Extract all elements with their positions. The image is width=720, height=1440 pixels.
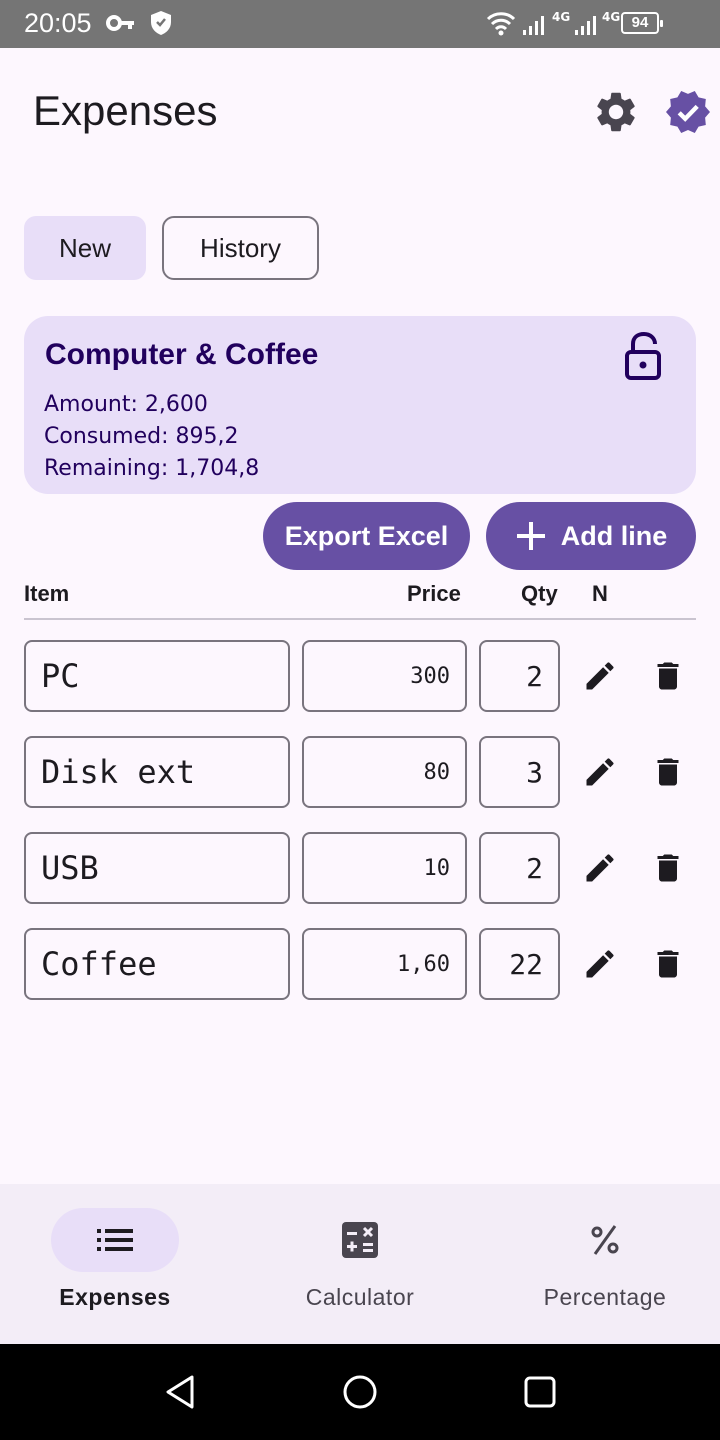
system-navigation-bar: [0, 1344, 720, 1440]
column-header-n: N: [592, 581, 608, 606]
edit-button[interactable]: [582, 754, 618, 790]
nav-label-calculator: Calculator: [305, 1284, 415, 1310]
calculator-icon: [342, 1222, 378, 1258]
budget-amount: Amount: 2,600: [44, 392, 208, 417]
item-name-field[interactable]: USB: [24, 832, 290, 904]
gear-icon: [597, 92, 635, 132]
status-bar: 20:05 4G 4G 94: [0, 0, 720, 48]
table-row: Coffee 1,60 22: [0, 928, 720, 1000]
trash-icon: [657, 950, 679, 978]
recents-icon[interactable]: [520, 1372, 560, 1412]
budget-remaining: Remaining: 1,704,8: [44, 456, 260, 481]
budget-title: Computer & Coffee: [45, 338, 319, 371]
pencil-icon: [586, 950, 614, 978]
budget-consumed: Consumed: 895,2: [44, 424, 239, 449]
budget-card: Computer & Coffee Amount: 2,600 Consumed…: [24, 316, 696, 494]
trash-icon: [657, 662, 679, 690]
delete-button[interactable]: [650, 946, 686, 982]
pencil-icon: [586, 854, 614, 882]
signal-icon: [523, 16, 544, 35]
home-icon[interactable]: [340, 1372, 380, 1412]
verified-badge-icon: [666, 91, 710, 133]
bottom-navigation: Expenses Calculator Percentage: [0, 1184, 720, 1344]
item-name-field[interactable]: Disk ext: [24, 736, 290, 808]
delete-button[interactable]: [650, 658, 686, 694]
nav-item-expenses[interactable]: Expenses: [0, 1184, 240, 1344]
table-row: USB 10 2: [0, 832, 720, 904]
battery-icon: 94: [621, 12, 663, 34]
add-line-label: Add line: [560, 520, 668, 551]
pencil-icon: [586, 758, 614, 786]
delete-button[interactable]: [650, 850, 686, 886]
qty-field[interactable]: 22: [479, 928, 560, 1000]
edit-button[interactable]: [582, 658, 618, 694]
nav-item-calculator[interactable]: Calculator: [240, 1184, 480, 1344]
plus-icon: [516, 522, 545, 550]
item-name-field[interactable]: Coffee: [24, 928, 290, 1000]
status-time: 20:05: [24, 8, 92, 38]
verified-button[interactable]: [664, 88, 712, 136]
key-icon: [106, 15, 134, 31]
nav-item-percentage[interactable]: Percentage: [485, 1184, 720, 1344]
settings-button[interactable]: [592, 88, 640, 136]
lock-toggle-button[interactable]: [622, 331, 666, 380]
export-excel-button[interactable]: Export Excel: [263, 502, 470, 570]
price-field[interactable]: 80: [302, 736, 467, 808]
divider: [24, 618, 696, 620]
nav-label-percentage: Percentage: [543, 1284, 667, 1310]
shield-icon: [151, 11, 171, 35]
back-icon[interactable]: [160, 1372, 200, 1412]
item-name-field[interactable]: PC: [24, 640, 290, 712]
edit-button[interactable]: [582, 946, 618, 982]
tab-history[interactable]: History: [162, 216, 319, 280]
price-field[interactable]: 1,60: [302, 928, 467, 1000]
qty-field[interactable]: 2: [479, 832, 560, 904]
wifi-icon: [486, 12, 516, 36]
tab-new[interactable]: New: [24, 216, 146, 280]
network-type-1: 4G: [552, 10, 571, 24]
table-row: PC 300 2: [0, 640, 720, 712]
price-field[interactable]: 300: [302, 640, 467, 712]
qty-field[interactable]: 2: [479, 640, 560, 712]
percent-icon: [591, 1225, 619, 1255]
network-type-2: 4G: [602, 10, 621, 24]
trash-icon: [657, 758, 679, 786]
column-header-item: Item: [24, 581, 70, 606]
delete-button[interactable]: [650, 754, 686, 790]
trash-icon: [657, 854, 679, 882]
list-icon: [97, 1229, 133, 1251]
nav-label-expenses: Expenses: [59, 1284, 171, 1310]
table-row: Disk ext 80 3: [0, 736, 720, 808]
pencil-icon: [586, 662, 614, 690]
edit-button[interactable]: [582, 850, 618, 886]
lock-open-icon: [625, 331, 661, 380]
page-title: Expenses: [33, 87, 218, 134]
column-header-qty: Qty: [521, 581, 558, 606]
signal-icon-2: [575, 16, 596, 35]
column-header-price: Price: [407, 581, 461, 606]
add-line-button[interactable]: Add line: [486, 502, 696, 570]
qty-field[interactable]: 3: [479, 736, 560, 808]
export-excel-label: Export Excel: [284, 520, 449, 551]
price-field[interactable]: 10: [302, 832, 467, 904]
